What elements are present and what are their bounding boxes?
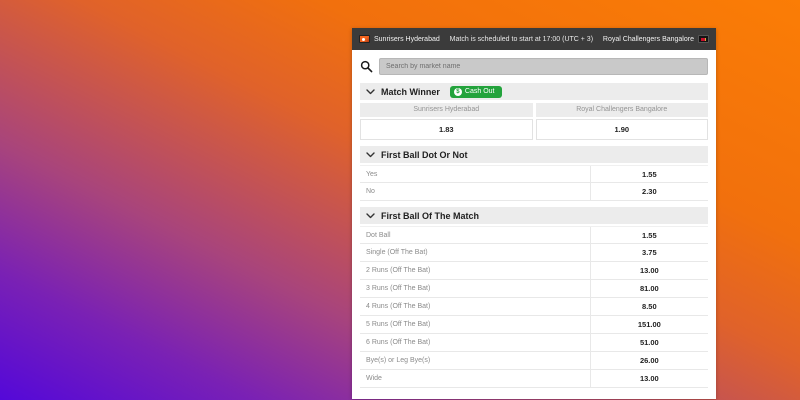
selection-label: 2 Runs (Off The Bat) xyxy=(366,267,431,274)
selection-row[interactable]: 5 Runs (Off The Bat) 151.00 xyxy=(360,316,708,334)
match-status-text: Match is scheduled to start at 17:00 (UT… xyxy=(449,35,594,43)
outcome-name-away: Royal Challengers Bangalore xyxy=(535,103,708,117)
selection-label: Yes xyxy=(366,170,378,178)
market-first-ball-dot-or-not: First Ball Dot Or Not Yes 1.55 No 2.30 xyxy=(360,146,708,201)
selection-label: 3 Runs (Off The Bat) xyxy=(366,285,431,292)
away-team: Royal Challengers Bangalore xyxy=(603,35,709,43)
market-header-match-winner[interactable]: Match Winner $ Cash Out xyxy=(360,83,708,100)
selection-rows: Dot Ball 1.55 Single (Off The Bat) 3.75 … xyxy=(360,226,708,388)
market-first-ball-of-the-match: First Ball Of The Match Dot Ball 1.55 Si… xyxy=(360,207,708,388)
selection-row[interactable]: Dot Ball 1.55 xyxy=(360,226,708,244)
away-team-name: Royal Challengers Bangalore xyxy=(602,35,694,43)
selection-odds[interactable]: 13.00 xyxy=(589,262,708,279)
srh-flag-icon xyxy=(359,35,370,43)
cash-out-button[interactable]: $ Cash Out xyxy=(449,85,502,98)
selection-label: 5 Runs (Off The Bat) xyxy=(366,321,431,328)
page-background: { "header": { "home_team": "Sunrisers Hy… xyxy=(0,0,800,400)
market-search xyxy=(360,58,708,75)
chevron-down-icon xyxy=(366,213,375,219)
outcome-odds-row: 1.83 1.90 xyxy=(360,119,708,140)
selection-odds[interactable]: 81.00 xyxy=(589,280,708,297)
search-icon xyxy=(360,60,373,73)
odds-button-away[interactable]: 1.90 xyxy=(535,119,708,140)
selection-odds[interactable]: 2.30 xyxy=(589,183,708,200)
search-input[interactable] xyxy=(379,58,708,75)
selection-row[interactable]: No 2.30 xyxy=(360,183,708,201)
match-header: Sunrisers Hyderabad Match is scheduled t… xyxy=(352,28,716,50)
selection-row[interactable]: 3 Runs (Off The Bat) 81.00 xyxy=(360,280,708,298)
chevron-down-icon xyxy=(366,152,375,158)
selection-label: Dot Ball xyxy=(366,231,391,239)
selection-row[interactable]: 4 Runs (Off The Bat) 8.50 xyxy=(360,298,708,316)
selection-odds[interactable]: 51.00 xyxy=(589,334,708,351)
home-team: Sunrisers Hyderabad xyxy=(359,35,440,43)
betting-panel: Sunrisers Hyderabad Match is scheduled t… xyxy=(352,28,716,399)
selection-odds[interactable]: 1.55 xyxy=(589,166,708,182)
selection-label: Single (Off The Bat) xyxy=(366,249,428,256)
selection-odds[interactable]: 26.00 xyxy=(589,352,708,369)
market-match-winner: Match Winner $ Cash Out Sunrisers Hydera… xyxy=(360,83,708,140)
chevron-down-icon xyxy=(366,89,375,95)
market-header-first-ball-dot-or-not[interactable]: First Ball Dot Or Not xyxy=(360,146,708,163)
market-title: First Ball Dot Or Not xyxy=(381,149,468,160)
market-title: Match Winner xyxy=(381,86,440,97)
cash-out-label: Cash Out xyxy=(464,88,495,95)
rcb-flag-icon xyxy=(697,35,709,43)
selection-odds[interactable]: 1.55 xyxy=(589,227,708,243)
selection-label: 4 Runs (Off The Bat) xyxy=(366,303,431,310)
selection-rows: Yes 1.55 No 2.30 xyxy=(360,165,708,201)
selection-label: No xyxy=(366,188,375,195)
selection-label: 6 Runs (Off The Bat) xyxy=(366,339,431,346)
selection-row[interactable]: Yes 1.55 xyxy=(360,165,708,183)
market-title: First Ball Of The Match xyxy=(381,210,480,221)
selection-odds[interactable]: 8.50 xyxy=(589,298,708,315)
selection-row[interactable]: 2 Runs (Off The Bat) 13.00 xyxy=(360,262,708,280)
selection-row[interactable]: Wide 13.00 xyxy=(360,370,708,388)
markets-list: Match Winner $ Cash Out Sunrisers Hydera… xyxy=(352,50,716,399)
selection-odds[interactable]: 3.75 xyxy=(589,244,708,261)
outcome-name-home: Sunrisers Hyderabad xyxy=(360,103,533,117)
selection-label: Wide xyxy=(366,375,382,382)
odds-button-home[interactable]: 1.83 xyxy=(360,119,533,140)
selection-label: Bye(s) or Leg Bye(s) xyxy=(366,357,431,364)
selection-row[interactable]: 6 Runs (Off The Bat) 51.00 xyxy=(360,334,708,352)
selection-row[interactable]: Single (Off The Bat) 3.75 xyxy=(360,244,708,262)
market-header-first-ball-of-the-match[interactable]: First Ball Of The Match xyxy=(360,207,708,224)
selection-odds[interactable]: 151.00 xyxy=(589,316,708,333)
selection-row[interactable]: Bye(s) or Leg Bye(s) 26.00 xyxy=(360,352,708,370)
selection-odds[interactable]: 13.00 xyxy=(589,370,708,387)
home-team-name: Sunrisers Hyderabad xyxy=(374,35,440,43)
coin-dollar-icon: $ xyxy=(453,87,462,96)
outcome-name-row: Sunrisers Hyderabad Royal Challengers Ba… xyxy=(360,103,708,117)
